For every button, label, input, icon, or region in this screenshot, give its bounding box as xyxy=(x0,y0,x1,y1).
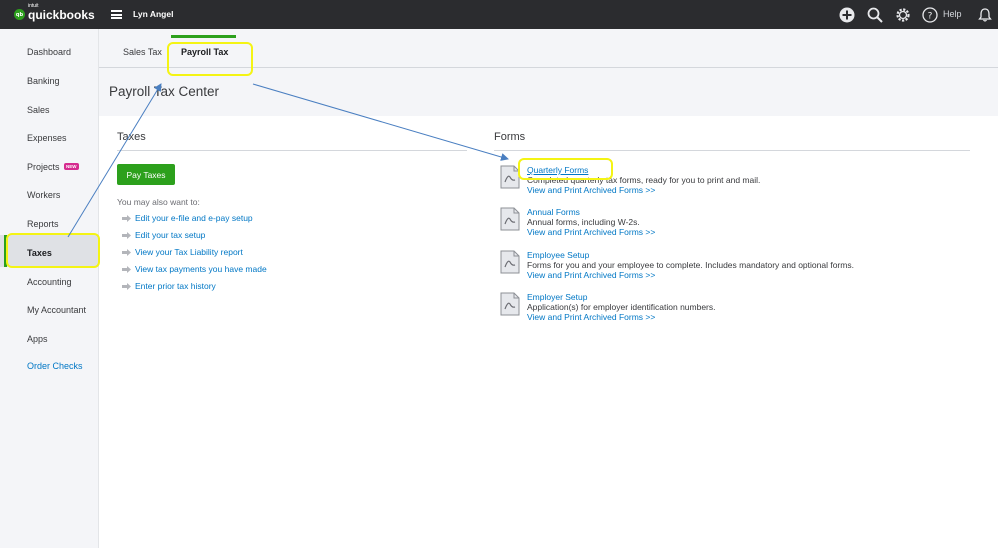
sidebar-item-accounting[interactable]: Accounting xyxy=(0,272,99,294)
hamburger-menu-icon[interactable] xyxy=(111,10,122,19)
also-want-title: You may also want to: xyxy=(117,197,200,207)
link-text: View your Tax Liability report xyxy=(135,247,243,257)
form-description: Application(s) for employer identificati… xyxy=(527,302,716,312)
arrow-right-icon xyxy=(122,248,131,256)
forms-divider xyxy=(494,150,970,151)
edit-tax-setup-link[interactable]: Edit your tax setup xyxy=(122,229,205,241)
sidebar-item-apps[interactable]: Apps xyxy=(0,329,99,351)
link-text: Edit your e-file and e-pay setup xyxy=(135,213,253,223)
sidebar-item-label: Projects xyxy=(27,162,60,172)
arrow-right-icon xyxy=(122,282,131,290)
sidebar-item-projects[interactable]: Projects NEW xyxy=(0,157,99,179)
view-archived-forms-link[interactable]: View and Print Archived Forms >> xyxy=(527,312,655,322)
pdf-document-icon xyxy=(500,292,520,316)
notifications-bell-icon[interactable] xyxy=(976,6,993,23)
qb-logo-icon: qb xyxy=(14,9,25,20)
gear-icon[interactable] xyxy=(894,6,911,23)
prior-tax-history-link[interactable]: Enter prior tax history xyxy=(122,280,216,292)
active-tab-underline xyxy=(171,35,236,38)
sidebar-item-label: Taxes xyxy=(27,248,52,258)
sidebar-item-taxes[interactable]: Taxes xyxy=(0,235,99,267)
sidebar-item-sales[interactable]: Sales xyxy=(0,100,99,122)
link-text: View tax payments you have made xyxy=(135,264,267,274)
help-icon[interactable]: ? xyxy=(921,6,938,23)
sidebar-item-label: Banking xyxy=(27,76,60,86)
form-item-quarterly: Quarterly Forms Completed quarterly tax … xyxy=(500,165,970,199)
sidebar-item-banking[interactable]: Banking xyxy=(0,71,99,93)
forms-section-title: Forms xyxy=(494,131,526,143)
sidebar-item-expenses[interactable]: Expenses xyxy=(0,128,99,150)
company-name: Lyn Angel xyxy=(133,9,174,19)
help-label[interactable]: Help xyxy=(943,9,962,19)
tab-payroll-tax[interactable]: Payroll Tax xyxy=(181,47,228,57)
page-title: Payroll Tax Center xyxy=(109,84,220,99)
sidebar-item-label: Workers xyxy=(27,190,61,200)
taxes-divider xyxy=(117,150,467,151)
form-description: Completed quarterly tax forms, ready for… xyxy=(527,175,761,185)
view-archived-forms-link[interactable]: View and Print Archived Forms >> xyxy=(527,185,655,195)
quarterly-forms-link[interactable]: Quarterly Forms xyxy=(527,165,588,175)
form-description: Annual forms, including W-2s. xyxy=(527,217,640,227)
edit-efile-epay-link[interactable]: Edit your e-file and e-pay setup xyxy=(122,212,253,224)
sidebar-item-workers[interactable]: Workers xyxy=(0,185,99,207)
form-item-employer-setup: Employer Setup Application(s) for employ… xyxy=(500,292,970,326)
link-text: Enter prior tax history xyxy=(135,281,216,291)
top-bar: qb intuit quickbooks Lyn Angel ? Help xyxy=(0,0,998,29)
arrow-right-icon xyxy=(122,231,131,239)
tax-payments-link[interactable]: View tax payments you have made xyxy=(122,263,267,275)
sidebar-item-label: Sales xyxy=(27,105,50,115)
sidebar-item-label: My Accountant xyxy=(27,305,87,315)
tab-sales-tax[interactable]: Sales Tax xyxy=(123,47,162,57)
sidebar-item-label: Dashboard xyxy=(27,47,72,57)
pdf-document-icon xyxy=(500,165,520,189)
taxes-section-title: Taxes xyxy=(117,131,146,143)
form-item-employee-setup: Employee Setup Forms for you and your em… xyxy=(500,250,970,284)
create-plus-icon[interactable] xyxy=(838,6,855,23)
brand-wordmark: intuit quickbooks xyxy=(28,3,95,22)
form-item-annual: Annual Forms Annual forms, including W-2… xyxy=(500,207,970,241)
employee-setup-link[interactable]: Employee Setup xyxy=(527,250,589,260)
pdf-document-icon xyxy=(500,250,520,274)
sidebar-item-label: Order Checks xyxy=(27,361,83,371)
pdf-document-icon xyxy=(500,207,520,231)
annual-forms-link[interactable]: Annual Forms xyxy=(527,207,580,217)
arrow-right-icon xyxy=(122,214,131,222)
page-header xyxy=(99,68,998,116)
sidebar-item-dashboard[interactable]: Dashboard xyxy=(0,42,99,64)
search-icon[interactable] xyxy=(866,6,883,23)
sidebar-item-label: Reports xyxy=(27,219,59,229)
left-nav: Dashboard Banking Sales Expenses Project… xyxy=(0,29,99,548)
sidebar-item-my-accountant[interactable]: My Accountant xyxy=(0,300,99,322)
view-archived-forms-link[interactable]: View and Print Archived Forms >> xyxy=(527,270,655,280)
pay-taxes-button[interactable]: Pay Taxes xyxy=(117,164,175,185)
employer-setup-link[interactable]: Employer Setup xyxy=(527,292,587,302)
active-indicator xyxy=(4,235,7,267)
link-text: Edit your tax setup xyxy=(135,230,206,240)
new-badge: NEW xyxy=(64,163,79,170)
sidebar-item-label: Expenses xyxy=(27,133,67,143)
brand-intuit-text: intuit xyxy=(28,2,39,9)
brand-name: quickbooks xyxy=(28,7,95,22)
view-archived-forms-link[interactable]: View and Print Archived Forms >> xyxy=(527,227,655,237)
quickbooks-logo[interactable]: qb intuit quickbooks xyxy=(14,3,95,23)
tax-liability-report-link[interactable]: View your Tax Liability report xyxy=(122,246,243,258)
sidebar-item-label: Apps xyxy=(27,334,48,344)
sidebar-item-order-checks[interactable]: Order Checks xyxy=(0,356,99,378)
sidebar-item-reports[interactable]: Reports xyxy=(0,214,99,236)
arrow-right-icon xyxy=(122,265,131,273)
svg-text:?: ? xyxy=(927,11,932,21)
form-description: Forms for you and your employee to compl… xyxy=(527,260,854,270)
sidebar-item-label: Accounting xyxy=(27,277,72,287)
